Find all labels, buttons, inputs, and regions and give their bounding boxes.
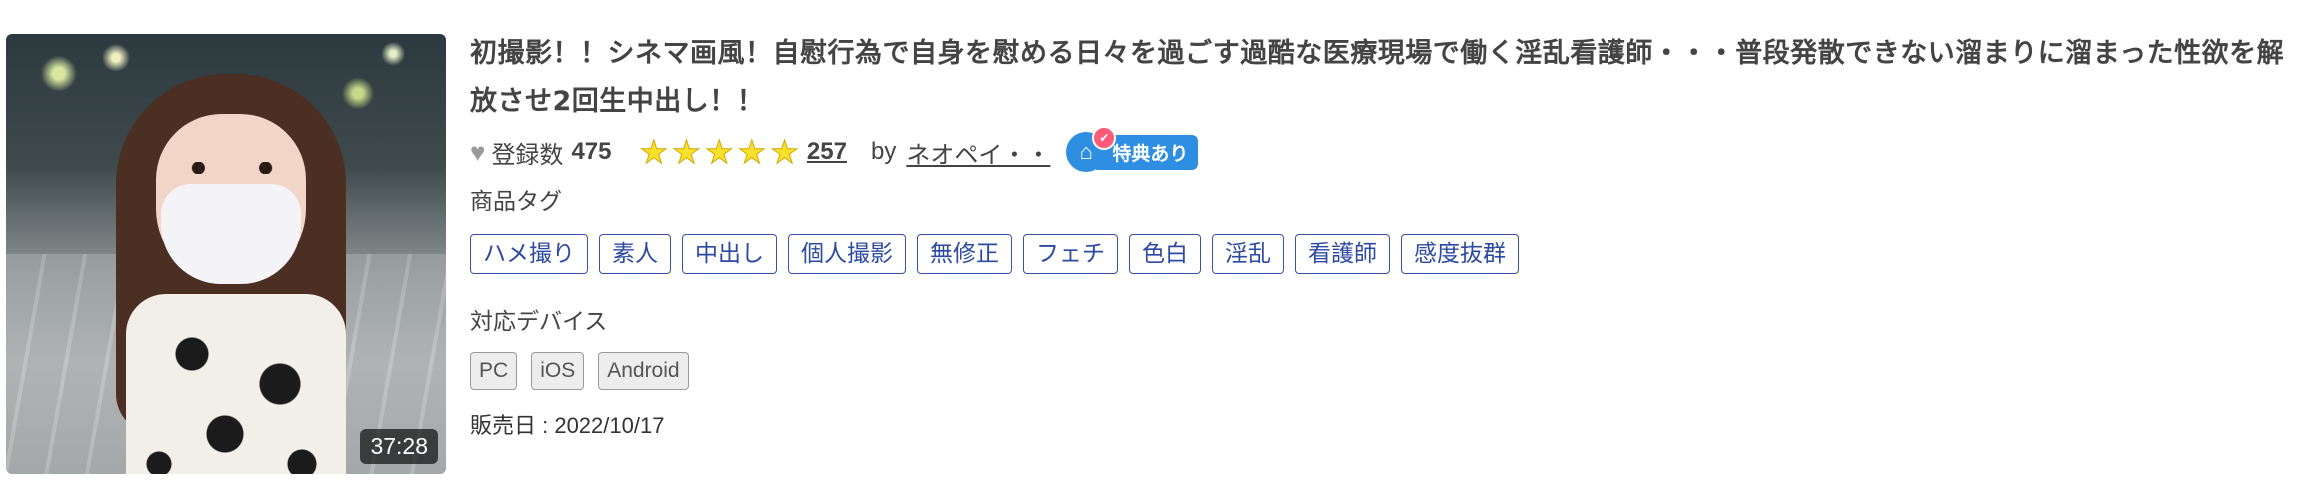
tag-link[interactable]: 看護師 [1295, 234, 1390, 274]
tag-link[interactable]: ハメ撮り [470, 234, 588, 274]
device-badge: Android [598, 352, 689, 390]
release-date: 販売日 : 2022/10/17 [470, 413, 665, 438]
device-list: PC iOS Android [470, 352, 2290, 390]
duration-badge: 37:28 [360, 429, 438, 464]
tag-link[interactable]: 色白 [1129, 234, 1201, 274]
thumbnail-mask [161, 184, 301, 284]
product-title[interactable]: 初撮影！！シネマ画風！自慰行為で自身を慰める日々を過ごす過酷な医療現場で働く淫乱… [470, 30, 2290, 126]
device-badge: PC [470, 352, 518, 390]
rating-stars: ★ ★ ★ ★ ★ [639, 134, 802, 170]
registered-count: 475 [571, 138, 612, 165]
device-badge: iOS [531, 352, 585, 390]
registered-label: 登録数 [491, 141, 564, 169]
star-icon: ★ [704, 134, 734, 170]
tag-link[interactable]: 中出し [682, 234, 777, 274]
tag-link[interactable]: 感度抜群 [1401, 234, 1519, 274]
heart-icon[interactable]: ♥ [470, 137, 485, 168]
review-count-link[interactable]: 257 [807, 138, 847, 166]
tags-section-title: 商品タグ [470, 188, 562, 214]
product-meta: ♥ 登録数 475 ★ ★ ★ ★ ★ 257 by ネオペイ・・ ⌂ ✔ 特典あり [470, 126, 2290, 174]
thumbnail-dress [126, 294, 346, 474]
tag-link[interactable]: フェチ [1023, 234, 1118, 274]
tag-list: ハメ撮り 素人 中出し 個人撮影 無修正 フェチ 色白 淫乱 看護師 感度抜群 [470, 234, 2290, 274]
tag-link[interactable]: 素人 [599, 234, 671, 274]
star-icon: ★ [770, 134, 800, 170]
star-icon: ★ [672, 134, 702, 170]
tag-link[interactable]: 無修正 [917, 234, 1012, 274]
perk-badge[interactable]: ⌂ ✔ 特典あり [1066, 126, 1199, 172]
by-label: by [870, 138, 897, 165]
product-thumbnail[interactable]: 37:28 [6, 34, 446, 474]
author-link[interactable]: ネオペイ・・ [906, 135, 1050, 170]
thumbnail-eyes [184, 162, 280, 174]
tag-link[interactable]: 淫乱 [1212, 234, 1284, 274]
star-icon: ★ [737, 134, 767, 170]
star-icon: ★ [639, 134, 669, 170]
devices-section-title: 対応デバイス [470, 308, 608, 334]
tag-link[interactable]: 個人撮影 [788, 234, 906, 274]
product-info: 初撮影！！シネマ画風！自慰行為で自身を慰める日々を過ごす過酷な医療現場で働く淫乱… [470, 30, 2290, 440]
